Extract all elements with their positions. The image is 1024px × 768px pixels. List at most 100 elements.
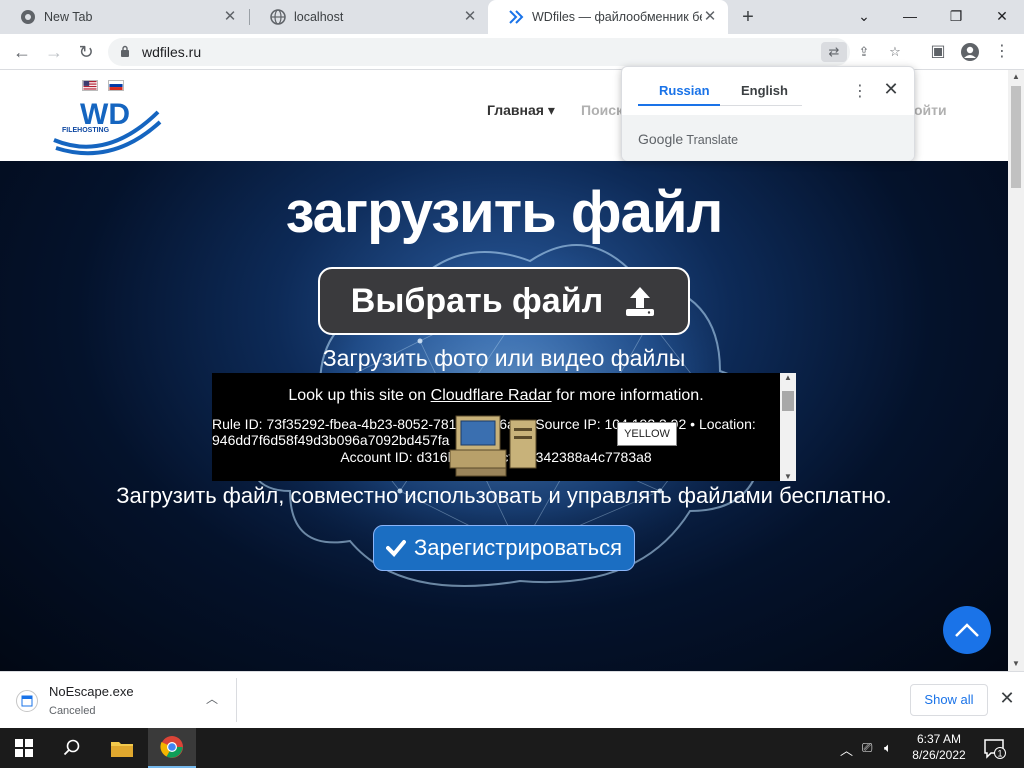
download-filename[interactable]: NoEscape.exe [49,684,134,699]
scrollbar-thumb[interactable] [1011,86,1021,188]
choose-file-button[interactable]: Выбрать файл [318,267,690,335]
close-icon[interactable]: ✕ [882,79,900,100]
wdfiles-logo[interactable]: WD FILEHOSTING [52,92,162,158]
tab-search-chevron-icon[interactable]: ⌄ [852,4,876,28]
taskbar-clock[interactable]: 6:37 AM 8/26/2022 [906,731,972,763]
windows-logo-icon [15,739,33,757]
address-bar[interactable]: wdfiles.ru ⇄ ⇪ ☆ [108,38,901,66]
choose-file-label: Выбрать файл [350,281,604,320]
forward-button[interactable]: → [42,40,66,64]
clock-date: 8/26/2022 [912,748,966,762]
show-hidden-icons-chevron-icon[interactable]: ︿ [840,740,853,759]
clock-time: 6:37 AM [916,732,962,746]
download-bar: NoEscape.exe Canceled ︿ Show all ✕ [0,671,1024,728]
tab-divider [720,105,802,106]
start-button[interactable] [0,728,48,768]
new-tab-button[interactable]: + [738,7,758,27]
back-button[interactable]: ← [10,40,34,64]
restore-button[interactable]: ❐ [944,4,968,28]
profile-avatar-icon[interactable] [958,40,982,64]
scroll-down-arrow-icon[interactable]: ▼ [1008,657,1024,671]
download-item[interactable] [16,690,38,712]
logo-subtitle: FILEHOSTING [62,127,110,134]
taskbar-file-explorer[interactable] [98,728,146,768]
checkmark-icon [385,540,406,557]
tab-russian[interactable]: Russian [659,83,710,98]
register-label: Зарегистрироваться [413,535,623,560]
scroll-down-arrow-icon[interactable]: ▼ [780,472,796,481]
chrome-icon [21,10,35,24]
reload-button[interactable]: ↻ [74,40,98,64]
translate-popup: Russian English ⋮ ✕ Google Translate [621,66,915,161]
volume-icon[interactable]: 🔈︎ [884,740,892,756]
lookup-suffix: for more information. [551,387,704,404]
tab-english[interactable]: English [741,83,788,98]
tab-title: localhost [294,10,344,24]
side-panel-icon[interactable]: ▣ [926,40,950,64]
scroll-to-top-button[interactable] [943,606,991,654]
nav-search[interactable]: Поиск [581,102,623,118]
translate-footer: Google Translate [622,115,914,161]
scroll-up-arrow-icon[interactable]: ▲ [1008,70,1024,84]
close-tab-icon[interactable]: ✕ [702,9,718,25]
cloudflare-lookup-text: Look up this site on Cloudflare Radar fo… [212,387,780,405]
cloudflare-box-scrollbar[interactable]: ▲ ▼ [780,373,796,481]
nav-home[interactable]: Главная ▾ [487,102,555,119]
hero-title: загрузить файл [285,180,724,245]
tab-new-tab[interactable]: New Tab ✕ [0,0,248,34]
exe-file-icon [21,695,33,707]
us-flag-icon[interactable] [82,80,98,91]
more-options-icon[interactable]: ⋮ [852,81,868,101]
lock-icon[interactable] [120,45,130,57]
browser-toolbar: ← → ↻ wdfiles.ru ⇄ ⇪ ☆ ▣ ⋮ [0,34,1024,70]
tab-wdfiles[interactable]: WDfiles — файлообменник бес ✕ [488,0,728,34]
close-download-bar-icon[interactable]: ✕ [997,688,1017,708]
nav-login[interactable]: ойти [914,102,947,118]
network-icon[interactable]: ⎚ [862,740,872,756]
tab-title: New Tab [44,10,93,24]
notification-center-icon[interactable]: 1 [982,736,1006,760]
download-status: Canceled [49,705,96,717]
lookup-prefix: Look up this site on [288,387,431,404]
show-all-button[interactable]: Show all [910,684,988,716]
upload-icon [626,287,655,316]
close-tab-icon[interactable]: ✕ [222,9,238,25]
russia-flag-icon[interactable] [108,80,124,91]
taskbar-search-button[interactable] [48,728,96,768]
scroll-up-arrow-icon[interactable]: ▲ [780,373,796,382]
taskbar-chrome[interactable] [148,728,196,768]
tab-strip: New Tab ✕ localhost ✕ WDfiles — файлообм… [0,0,1024,34]
translate-icon[interactable]: ⇄ [821,42,847,62]
chevron-up-icon [955,623,979,637]
chevron-up-icon[interactable]: ︿ [204,690,220,706]
wdfiles-favicon-icon [509,10,524,24]
google-translate-brand: Google Translate [638,131,738,147]
retro-computer-icon [449,415,537,477]
chrome-menu-icon[interactable]: ⋮ [990,40,1014,64]
cloudflare-radar-link[interactable]: Cloudflare Radar [431,387,552,404]
tab-localhost[interactable]: localhost ✕ [250,0,488,34]
language-flags [82,80,124,91]
url-text: wdfiles.ru [142,44,202,60]
tagline: Загрузить файл, совместно использовать и… [116,483,892,508]
chrome-icon [160,736,183,758]
bookmark-star-icon[interactable]: ☆ [884,42,906,62]
minimize-button[interactable]: — [898,4,922,28]
windows-taskbar: ︿ ⎚ 🔈︎ 6:37 AM 8/26/2022 1 [0,728,1024,768]
download-divider [236,678,237,722]
upload-subtitle: Загрузить фото или видео файлы [322,345,686,371]
close-window-button[interactable]: ✕ [990,4,1014,28]
notification-count: 1 [997,749,1002,759]
search-icon [63,739,80,756]
share-icon[interactable]: ⇪ [853,42,875,62]
close-tab-icon[interactable]: ✕ [462,9,478,25]
globe-icon [270,9,286,25]
register-button[interactable]: Зарегистрироваться [373,525,635,571]
tab-title: WDfiles — файлообменник бес [532,10,702,24]
brand-google: Google [638,131,684,147]
active-tab-indicator [638,104,720,106]
folder-icon [111,742,133,757]
scrollbar-thumb[interactable] [782,391,794,411]
brand-translate: Translate [686,133,739,147]
page-scrollbar[interactable]: ▲ ▼ [1008,70,1024,671]
